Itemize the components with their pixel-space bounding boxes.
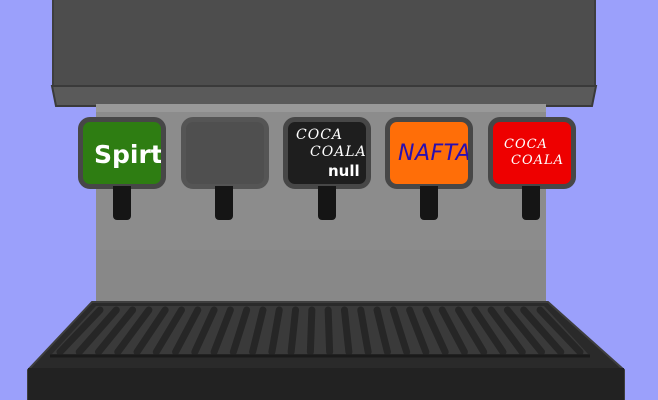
lip-shape <box>50 85 598 107</box>
coca-coala-line1: COCA <box>504 137 548 152</box>
nafta-label: NAFTA <box>398 141 472 166</box>
empty-button[interactable] <box>181 117 269 189</box>
nafta-button[interactable]: NAFTA <box>385 117 473 189</box>
grate-slat <box>287 306 300 356</box>
coca-coala-nozzle <box>522 186 540 220</box>
coca-coala-null-line3: null <box>328 162 360 180</box>
grate-slat <box>340 306 353 356</box>
top-housing-lip <box>50 85 598 107</box>
grate-slat <box>324 306 334 356</box>
spirt-label: Spirt <box>94 140 163 169</box>
coca-coala-null-line2: COALA <box>310 144 367 160</box>
grate-slat <box>306 306 316 356</box>
coca-coala-null-line1: COCA <box>296 127 344 143</box>
coca-coala-null-nozzle <box>318 186 336 220</box>
drip-tray <box>27 301 625 400</box>
coca-coala-null-button[interactable]: COCA COALA null <box>283 117 371 189</box>
coca-coala-button[interactable]: COCA COALA <box>488 117 576 189</box>
empty-nozzle <box>215 186 233 220</box>
spirt-button[interactable]: Spirt <box>78 117 166 189</box>
drip-tray-front <box>28 368 624 400</box>
spirt-nozzle <box>113 186 131 220</box>
machine-body-highlight <box>96 104 546 112</box>
nafta-nozzle <box>420 186 438 220</box>
coca-coala-line2: COALA <box>511 153 565 168</box>
